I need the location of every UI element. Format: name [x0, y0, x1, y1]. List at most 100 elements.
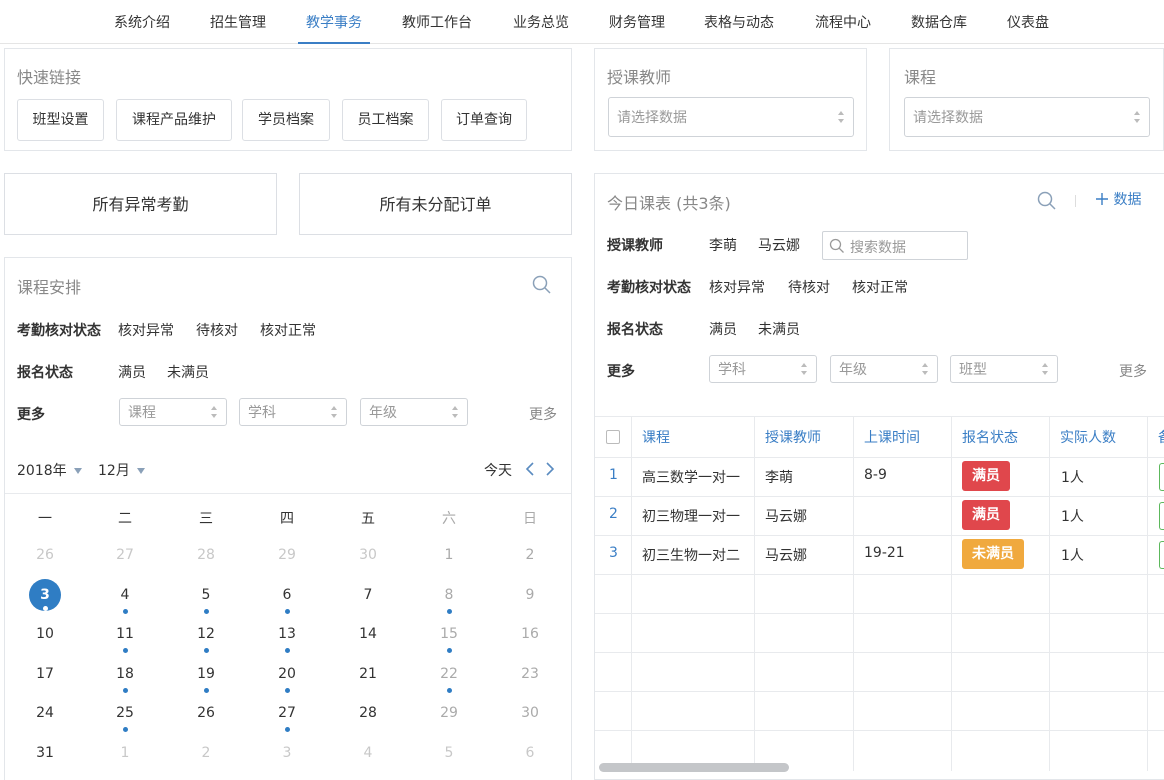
calendar-day[interactable]: 31 — [25, 739, 65, 775]
filter-select[interactable]: 学科 — [239, 398, 347, 426]
column-header[interactable]: 授课教师 — [765, 427, 821, 447]
nav-item[interactable]: 系统介绍 — [114, 0, 170, 44]
add-data-button[interactable]: 数据 — [1095, 189, 1141, 209]
calendar-day[interactable]: 6 — [510, 739, 550, 775]
calendar-day[interactable]: 26 — [25, 541, 65, 577]
month-dropdown[interactable]: 12月 — [98, 460, 146, 480]
year-dropdown[interactable]: 2018年 — [17, 460, 83, 480]
calendar-day[interactable]: 3 — [267, 739, 307, 775]
calendar-day[interactable]: 30 — [510, 699, 550, 735]
attendance-option[interactable]: 核对正常 — [852, 277, 908, 297]
calendar-day[interactable]: 22 — [429, 660, 469, 696]
nav-item[interactable]: 数据仓库 — [911, 0, 967, 44]
calendar-day[interactable]: 12 — [186, 620, 226, 656]
calendar-day[interactable]: 5 — [429, 739, 469, 775]
enroll-option[interactable]: 未满员 — [167, 362, 209, 382]
nav-item[interactable]: 流程中心 — [815, 0, 871, 44]
abnormal-attendance-button[interactable]: 所有异常考勤 — [4, 173, 277, 235]
calendar-day[interactable]: 28 — [186, 541, 226, 577]
calendar-day[interactable]: 2 — [186, 739, 226, 775]
filter-select[interactable]: 学科 — [709, 355, 817, 383]
select-all-checkbox[interactable] — [606, 430, 620, 444]
attendance-option[interactable]: 核对正常 — [260, 320, 316, 340]
calendar-day[interactable]: 1 — [105, 739, 145, 775]
calendar-day[interactable]: 27 — [267, 699, 307, 735]
calendar-day-today[interactable]: 3 — [25, 578, 65, 617]
calendar-day[interactable]: 8 — [429, 581, 469, 617]
search-icon[interactable] — [1037, 191, 1057, 211]
calendar-day[interactable]: 7 — [348, 581, 388, 617]
quick-link-button[interactable]: 班型设置 — [17, 99, 104, 141]
calendar-day[interactable]: 16 — [510, 620, 550, 656]
calendar-day[interactable]: 4 — [105, 581, 145, 617]
filter-select[interactable]: 年级 — [360, 398, 468, 426]
calendar-day[interactable]: 9 — [510, 581, 550, 617]
quick-link-button[interactable]: 订单查询 — [441, 99, 527, 141]
enroll-option[interactable]: 未满员 — [758, 319, 800, 339]
nav-item[interactable]: 教学事务 — [298, 0, 370, 44]
calendar-day[interactable]: 5 — [186, 581, 226, 617]
calendar-day[interactable]: 17 — [25, 660, 65, 696]
search-box[interactable]: 搜索数据 — [822, 231, 968, 260]
table-row[interactable]: 1 高三数学一对一 李萌 8-9 满员 1人 — [595, 457, 1164, 496]
calendar-day[interactable]: 27 — [105, 541, 145, 577]
calendar-day[interactable]: 15 — [429, 620, 469, 656]
teacher-option[interactable]: 李萌 — [709, 235, 737, 255]
enroll-option[interactable]: 满员 — [709, 319, 737, 339]
calendar-day[interactable]: 23 — [510, 660, 550, 696]
calendar-day[interactable]: 28 — [348, 699, 388, 735]
column-header-cut[interactable]: 备 — [1158, 427, 1164, 447]
quick-link-button[interactable]: 课程产品维护 — [116, 99, 232, 141]
calendar-day[interactable]: 14 — [348, 620, 388, 656]
horizontal-scrollbar[interactable] — [599, 763, 789, 772]
calendar-day[interactable]: 26 — [186, 699, 226, 735]
calendar-day[interactable]: 6 — [267, 581, 307, 617]
calendar-day[interactable]: 20 — [267, 660, 307, 696]
column-header[interactable]: 实际人数 — [1060, 427, 1116, 447]
column-header[interactable]: 课程 — [642, 427, 670, 447]
search-icon[interactable] — [532, 275, 552, 295]
calendar-day[interactable]: 13 — [267, 620, 307, 656]
calendar-day[interactable]: 11 — [105, 620, 145, 656]
nav-item[interactable]: 仪表盘 — [1007, 0, 1049, 44]
calendar-day[interactable]: 1 — [429, 541, 469, 577]
calendar-day[interactable]: 10 — [25, 620, 65, 656]
chevron-right-icon[interactable] — [544, 461, 556, 477]
filter-select[interactable]: 班型 — [950, 355, 1058, 383]
calendar-day[interactable]: 4 — [348, 739, 388, 775]
table-row[interactable]: 3 初三生物一对二 马云娜 19-21 未满员 1人 — [595, 535, 1164, 574]
quick-link-button[interactable]: 学员档案 — [242, 99, 330, 141]
more-filters-link[interactable]: 更多 — [529, 404, 557, 424]
attendance-option[interactable]: 核对异常 — [118, 320, 174, 340]
nav-item[interactable]: 表格与动态 — [704, 0, 774, 44]
filter-select[interactable]: 年级 — [830, 355, 938, 383]
nav-item[interactable]: 教师工作台 — [402, 0, 472, 44]
today-button[interactable]: 今天 — [484, 460, 512, 480]
attendance-option[interactable]: 核对异常 — [709, 277, 765, 297]
calendar-day[interactable]: 18 — [105, 660, 145, 696]
calendar-day[interactable]: 30 — [348, 541, 388, 577]
chevron-left-icon[interactable] — [524, 461, 536, 477]
column-header[interactable]: 上课时间 — [864, 427, 920, 447]
calendar-day[interactable]: 19 — [186, 660, 226, 696]
teacher-option[interactable]: 马云娜 — [758, 235, 800, 255]
nav-item[interactable]: 财务管理 — [609, 0, 665, 44]
calendar-day[interactable]: 29 — [429, 699, 469, 735]
course-select[interactable]: 请选择数据 — [904, 97, 1150, 137]
attendance-option[interactable]: 待核对 — [788, 277, 830, 297]
attendance-option[interactable]: 待核对 — [196, 320, 238, 340]
column-header[interactable]: 报名状态 — [962, 427, 1018, 447]
nav-item[interactable]: 业务总览 — [513, 0, 569, 44]
teacher-select[interactable]: 请选择数据 — [608, 97, 854, 137]
calendar-day[interactable]: 2 — [510, 541, 550, 577]
calendar-day[interactable]: 24 — [25, 699, 65, 735]
table-row[interactable]: 2 初三物理一对一 马云娜 满员 1人 — [595, 496, 1164, 535]
calendar-day[interactable]: 29 — [267, 541, 307, 577]
unassigned-orders-button[interactable]: 所有未分配订单 — [299, 173, 572, 235]
calendar-day[interactable]: 21 — [348, 660, 388, 696]
more-filters-link[interactable]: 更多 — [1119, 361, 1147, 381]
quick-link-button[interactable]: 员工档案 — [342, 99, 429, 141]
enroll-option[interactable]: 满员 — [118, 362, 146, 382]
nav-item[interactable]: 招生管理 — [210, 0, 266, 44]
filter-select[interactable]: 课程 — [119, 398, 227, 426]
